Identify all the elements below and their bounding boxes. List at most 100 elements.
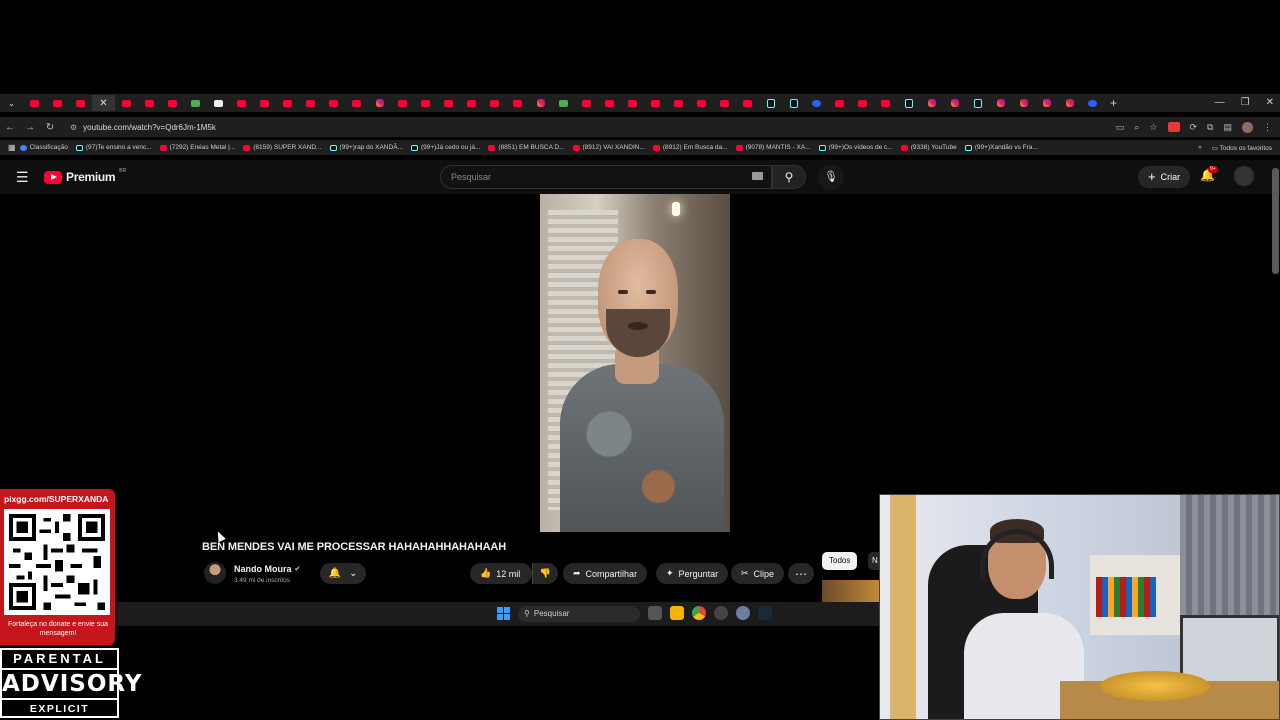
browser-tab[interactable] [828,95,851,111]
browser-tab[interactable] [529,95,552,111]
browser-tab[interactable] [483,95,506,111]
share-button[interactable]: ➦ Compartilhar [563,563,648,584]
browser-tab[interactable] [437,95,460,111]
browser-tab[interactable] [184,95,207,111]
sidepanel-icon[interactable]: ▤ [1223,122,1232,133]
youtube-logo[interactable]: Premium BR [44,168,126,184]
more-actions-button[interactable]: ⋯ [788,563,814,584]
sync-icon[interactable]: ⟳ [1190,122,1198,133]
channel-avatar[interactable] [204,562,226,584]
browser-tab[interactable] [391,95,414,111]
bookmark-item[interactable]: (97)Te ensino a venc... [75,144,152,151]
browser-tab[interactable] [897,95,920,111]
browser-tab[interactable] [598,95,621,111]
cast-icon[interactable]: ▭ [1116,122,1125,133]
browser-tab[interactable] [69,95,92,111]
app-icon[interactable] [714,606,728,620]
minimize-icon[interactable]: — [1215,94,1225,112]
chip-all[interactable]: Todos [822,552,858,570]
browser-tab[interactable] [690,95,713,111]
browser-tab[interactable] [322,95,345,111]
browser-tab[interactable] [966,95,989,111]
video-player[interactable] [540,194,730,532]
ask-button[interactable]: ✦ Perguntar [656,563,729,584]
windows-start-icon[interactable] [497,607,510,620]
bookmark-item[interactable]: (8912) Em Busca da... [652,144,728,151]
search-input[interactable]: Pesquisar [440,165,772,189]
browser-tab[interactable] [1058,95,1081,111]
recommended-thumbnail[interactable] [822,580,880,602]
browser-tab[interactable] [46,95,69,111]
chrome-icon[interactable] [692,606,706,620]
browser-tab[interactable] [138,95,161,111]
account-avatar[interactable] [1234,166,1254,186]
profile-avatar[interactable] [1242,121,1253,133]
browser-tab[interactable] [460,95,483,111]
browser-tab[interactable] [368,95,391,111]
bookmark-item[interactable]: (8912) VAI XANDIN... [572,144,645,151]
more-bookmarks-icon[interactable]: » [1198,144,1202,152]
browser-tab[interactable] [230,95,253,111]
bookmark-item[interactable]: (7292) Enéas Metal |... [159,144,235,151]
create-button[interactable]: + Criar [1138,166,1191,188]
browser-tab[interactable] [207,95,230,111]
active-tab[interactable]: ✕ [92,95,115,111]
back-icon[interactable]: ← [0,122,20,133]
settings-icon[interactable] [736,606,750,620]
voice-search-button[interactable]: 🎙 [818,164,844,190]
browser-tab[interactable] [414,95,437,111]
zoom-icon[interactable]: ⌕ [1134,122,1139,133]
browser-tab[interactable] [874,95,897,111]
extensions-icon[interactable]: ⧉ [1207,122,1213,133]
browser-tab[interactable] [759,95,782,111]
new-tab-button[interactable]: + [1110,96,1117,110]
browser-tab[interactable] [1012,95,1035,111]
browser-tab[interactable] [667,95,690,111]
browser-tab[interactable] [161,95,184,111]
steam-icon[interactable] [758,606,772,620]
bookmark-item[interactable]: (99+)rap do XANDÃ... [329,144,403,151]
browser-tab[interactable] [345,95,368,111]
browser-tab[interactable] [621,95,644,111]
all-bookmarks[interactable]: ▭ Todos os favoritos [1212,144,1272,152]
browser-tab[interactable] [943,95,966,111]
guide-menu-icon[interactable]: ☰ [16,169,29,186]
browser-tab[interactable] [805,95,828,111]
browser-tab[interactable] [1081,95,1104,111]
close-tab-icon[interactable]: ✕ [99,98,107,109]
page-scrollbar[interactable] [1272,168,1279,274]
site-info-icon[interactable]: ⚙ [70,123,77,132]
like-button[interactable]: 👍 12 mil [470,563,532,584]
browser-tab[interactable] [506,95,529,111]
channel-name-row[interactable]: Nando Moura ✔ [234,564,300,574]
browser-tab[interactable] [920,95,943,111]
browser-tab[interactable] [552,95,575,111]
file-explorer-icon[interactable] [670,606,684,620]
apps-icon[interactable]: ▦ [8,143,16,152]
bookmark-item[interactable]: (99+)Xandão vs Fra... [964,144,1038,151]
browser-tab[interactable] [115,95,138,111]
task-view-icon[interactable] [648,606,662,620]
browser-tab[interactable] [299,95,322,111]
browser-tab[interactable] [253,95,276,111]
taskbar-search[interactable]: ⚲ Pesquisar [518,606,640,622]
bookmark-star-icon[interactable]: ☆ [1149,122,1157,133]
forward-icon[interactable]: → [20,122,40,133]
maximize-icon[interactable]: ❐ [1241,94,1250,112]
bookmark-item[interactable]: Classificação [19,144,68,151]
bookmark-item[interactable]: (8851) EM BUSCA D... [488,144,565,151]
bookmark-item[interactable]: (9338) YouTube [900,144,957,151]
url-field[interactable]: ⚙ youtube.com/watch?v=Qdr6Jm-1M5k [70,123,1116,132]
reload-icon[interactable]: ↻ [40,122,60,133]
bookmark-item[interactable]: (99+)Já cedo ou já... [410,144,480,151]
browser-tab[interactable] [851,95,874,111]
browser-tab[interactable] [1035,95,1058,111]
browser-tab[interactable] [736,95,759,111]
browser-tab[interactable] [575,95,598,111]
keyboard-icon[interactable] [752,172,763,180]
browser-tab[interactable] [23,95,46,111]
browser-tab[interactable] [713,95,736,111]
dislike-button[interactable]: 👎 [532,563,558,584]
close-window-icon[interactable]: ✕ [1266,94,1274,112]
extension-icon[interactable] [1167,122,1180,132]
